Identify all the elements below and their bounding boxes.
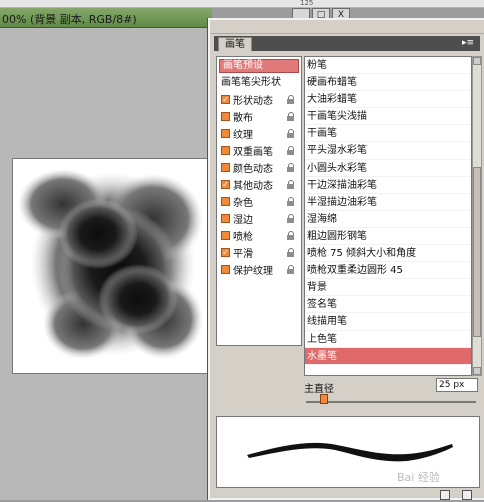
option-label: 平滑 (233, 249, 253, 260)
option-label: 双重画笔 (233, 147, 273, 158)
brush-preset-item[interactable]: 半湿描边油彩笔 (305, 194, 471, 211)
new-preset-icon[interactable] (440, 490, 450, 500)
top-strip-text: 125 (300, 0, 314, 7)
brush-preset-item[interactable]: 干画笔 (305, 125, 471, 143)
master-diameter-label: 主直径 (304, 384, 334, 395)
brush-preset-item[interactable]: 粉笔 (305, 57, 471, 75)
lock-icon[interactable] (287, 214, 295, 223)
brush-preset-item[interactable]: 大油彩蜡笔 (305, 91, 471, 109)
option-label: 其他动态 (233, 181, 273, 192)
option-checkbox[interactable] (221, 146, 230, 155)
brush-list-scrollbar[interactable] (472, 56, 482, 376)
option-checkbox[interactable] (221, 214, 230, 223)
scrollbar-thumb[interactable] (473, 167, 481, 337)
brush-preset-item[interactable]: 喷枪双重柔边圆形 45 (305, 262, 471, 280)
brush-preset-item[interactable]: 上色笔 (305, 331, 471, 348)
option-label: 颜色动态 (233, 164, 273, 175)
watermark-text: Bai 经验 (397, 470, 440, 484)
document-titlebar[interactable]: 00% (背景 副本, RGB/8#) (0, 8, 212, 28)
tab-brushes[interactable]: 画笔 (218, 37, 252, 51)
lock-icon[interactable] (287, 197, 295, 206)
panel-titlebar[interactable] (210, 20, 484, 34)
option-checkbox[interactable] (221, 129, 230, 138)
brush-option-row[interactable]: 保护纹理 (217, 261, 301, 278)
trash-icon[interactable] (462, 490, 472, 500)
option-label: 散布 (233, 113, 253, 124)
brush-preset-item[interactable]: 硬画布蜡笔 (305, 74, 471, 92)
panel-bottom-bar (214, 490, 480, 502)
option-checkbox[interactable] (221, 197, 230, 206)
option-label: 杂色 (233, 198, 253, 209)
brush-option-row[interactable]: 喷枪 (217, 227, 301, 244)
lock-icon[interactable] (287, 129, 295, 138)
lock-icon[interactable] (287, 265, 295, 274)
brush-tip-shape-item[interactable]: 画笔笔尖形状 (221, 76, 301, 89)
option-label: 湿边 (233, 215, 253, 226)
document-canvas[interactable] (12, 158, 208, 374)
brush-preset-item[interactable]: 粗边圆形钢笔 (305, 228, 471, 246)
ink-blot-image (18, 169, 203, 359)
option-checkbox[interactable] (221, 163, 230, 172)
option-label: 纹理 (233, 130, 253, 141)
brush-preset-item[interactable]: 干画笔尖浅描 (305, 108, 471, 126)
brush-preset-item[interactable]: 背景 (305, 279, 471, 297)
brush-option-row[interactable]: 纹理 (217, 125, 301, 142)
option-checkbox[interactable] (221, 265, 230, 274)
master-diameter-input[interactable]: 25 px (436, 378, 478, 392)
panel-menu-icon[interactable]: ▸≡ (462, 38, 474, 48)
lock-icon[interactable] (287, 163, 295, 172)
top-strip: 125 (0, 0, 484, 8)
brush-option-row[interactable]: 湿边 (217, 210, 301, 227)
lock-icon[interactable] (287, 95, 295, 104)
lock-icon[interactable] (287, 231, 295, 240)
diameter-slider-knob[interactable] (320, 394, 328, 404)
stroke-preview-graphic: Bai 经验 (247, 442, 453, 484)
scroll-up-arrow-icon[interactable] (473, 57, 481, 65)
option-label: 喷枪 (233, 232, 253, 243)
brush-preset-item[interactable]: 小圆头水彩笔 (305, 160, 471, 177)
lock-icon[interactable] (287, 146, 295, 155)
option-checkbox[interactable]: ✓ (221, 248, 230, 257)
option-label: 保护纹理 (233, 266, 273, 277)
lock-icon[interactable] (287, 180, 295, 189)
brush-preset-list[interactable]: 粉笔 硬画布蜡笔 大油彩蜡笔 干画笔尖浅描 干画笔 平头湿水彩笔 小圆头水彩笔 干边深描油彩笔… (304, 56, 472, 376)
brush-option-row[interactable]: 双重画笔 (217, 142, 301, 159)
option-label: 形状动态 (233, 96, 273, 107)
option-checkbox[interactable] (221, 112, 230, 121)
brush-option-row[interactable]: 杂色 (217, 193, 301, 210)
option-checkbox[interactable] (221, 231, 230, 240)
brush-preset-item[interactable]: 平头湿水彩笔 (305, 142, 471, 160)
brush-preset-item[interactable]: 喷枪 75 倾斜大小和角度 (305, 245, 471, 263)
brush-presets-button[interactable]: 画笔预设 (219, 59, 299, 73)
brush-option-row[interactable]: ✓ 其他动态 (217, 176, 301, 193)
brush-options-list: 画笔预设 画笔笔尖形状 ✓ 形状动态 散布 纹理 双重画笔 颜色动态 ✓ 其他动态 杂色 湿边 喷枪… (216, 56, 302, 346)
lock-icon[interactable] (287, 112, 295, 121)
scroll-down-arrow-icon[interactable] (473, 367, 481, 375)
brush-stroke-preview: Bai 经验 (216, 416, 480, 488)
panel-tab-row: 画笔 ▸≡ (214, 36, 480, 51)
brushes-panel: 画笔 ▸≡ 画笔预设 画笔笔尖形状 ✓ 形状动态 散布 纹理 双重画笔 颜色动态 ✓ 其他动态… (208, 18, 484, 500)
brush-preset-item[interactable]: 干边深描油彩笔 (305, 177, 471, 194)
brush-preset-item[interactable]: 线描用笔 (305, 313, 471, 331)
brush-option-row[interactable]: 颜色动态 (217, 159, 301, 176)
brush-option-row[interactable]: ✓ 形状动态 (217, 91, 301, 108)
diameter-slider-track[interactable] (306, 401, 476, 403)
brush-option-row[interactable]: ✓ 平滑 (217, 244, 301, 261)
brush-preset-item[interactable]: 签名笔 (305, 296, 471, 314)
brush-preset-item[interactable]: 水墨笔 (305, 347, 471, 365)
lock-icon[interactable] (287, 248, 295, 257)
brush-option-row[interactable]: 散布 (217, 108, 301, 125)
brush-preset-item[interactable]: 湿海绵 (305, 211, 471, 228)
option-checkbox[interactable]: ✓ (221, 95, 230, 104)
option-checkbox[interactable]: ✓ (221, 180, 230, 189)
